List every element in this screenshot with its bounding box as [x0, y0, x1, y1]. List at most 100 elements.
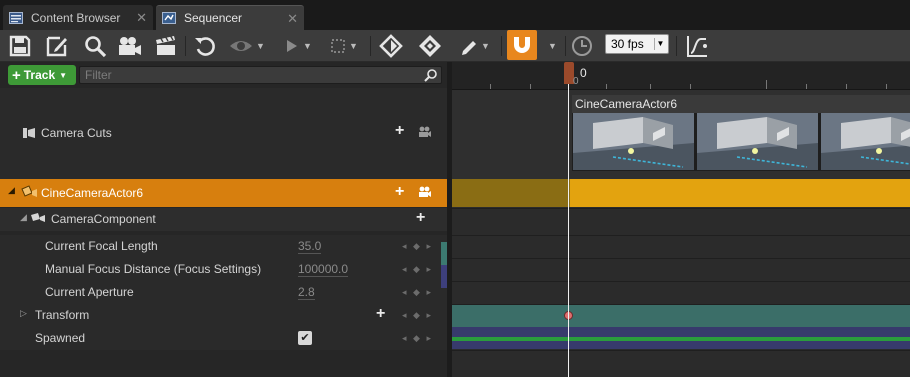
selection-options-button[interactable]: ▼ — [330, 33, 358, 59]
toolbar-separator — [370, 36, 371, 56]
snap-icon — [514, 37, 530, 53]
key-navigation[interactable]: ◂ ◆ ▸ — [402, 333, 433, 344]
find-button[interactable] — [83, 33, 107, 59]
snap-toggle-button[interactable] — [507, 30, 537, 60]
add-component-button[interactable]: + — [395, 183, 404, 201]
ruler-tick — [690, 84, 691, 89]
toolbar-separator — [676, 36, 677, 56]
add-track-button[interactable]: + Track ▼ — [8, 65, 76, 85]
property-track-focal-length[interactable]: Current Focal Length 35.0 ◂ ◆ ▸ — [0, 235, 447, 258]
time-options-button[interactable] — [570, 33, 594, 59]
component-track-cameracomponent[interactable]: ◢ CameraComponent + — [0, 208, 447, 231]
edit-mode-button[interactable]: ▼ — [460, 33, 490, 59]
close-icon[interactable]: ✕ — [287, 11, 298, 27]
playhead-zero-label: 0 — [573, 76, 579, 87]
time-ruler[interactable] — [452, 62, 910, 90]
lane-divider — [452, 350, 910, 351]
ruler-tick — [650, 84, 651, 89]
edit-icon — [462, 41, 476, 55]
transform-track[interactable]: ▷ Transform + ◂ ◆ ▸ — [0, 304, 447, 327]
collapsed-arrow-icon[interactable]: ▷ — [20, 308, 27, 319]
camera-thumbnail — [697, 113, 818, 170]
find-icon — [85, 36, 107, 58]
key-navigation[interactable]: ◂ ◆ ▸ — [402, 310, 433, 321]
render-movie-button[interactable] — [154, 33, 178, 59]
refresh-button[interactable] — [193, 33, 217, 59]
property-label: Manual Focus Distance (Focus Settings) — [45, 262, 262, 276]
plus-icon: + — [12, 66, 21, 84]
spawned-bar — [452, 337, 910, 341]
actor-lane-section[interactable] — [570, 179, 910, 207]
spawned-track[interactable]: Spawned ✔ ◂ ◆ ▸ — [0, 327, 447, 350]
ruler-tick — [886, 84, 887, 89]
property-track-aperture[interactable]: Current Aperture 2.8 ◂ ◆ ▸ — [0, 281, 447, 304]
selection-icon — [331, 39, 345, 53]
ruler-tick — [490, 84, 491, 89]
ruler-tick — [846, 84, 847, 89]
actor-track-cinecameraactor6[interactable]: ◢ CineCameraActor6 + — [0, 179, 447, 207]
actor-lane-before-playhead — [452, 179, 570, 207]
add-key-button[interactable] — [379, 33, 403, 59]
camera-cuts-icon — [22, 126, 36, 143]
ruler-tick — [806, 84, 807, 89]
save-button[interactable] — [8, 33, 32, 59]
camera-cuts-track[interactable]: Camera Cuts + — [0, 88, 447, 179]
save-as-button[interactable] — [45, 33, 69, 59]
property-track-focus-distance[interactable]: Manual Focus Distance (Focus Settings) 1… — [0, 258, 447, 281]
camera-cuts-label: Camera Cuts — [41, 126, 112, 140]
auto-key-icon — [419, 35, 441, 57]
camera-component-icon — [30, 212, 46, 229]
property-value-input[interactable]: 2.8 — [298, 285, 315, 300]
close-icon[interactable]: ✕ — [136, 10, 147, 26]
camera-icon[interactable] — [418, 186, 432, 201]
timeline-area[interactable]: CineCameraActor6 0 0 — [452, 62, 910, 377]
add-camera-cut-button[interactable]: + — [395, 122, 404, 140]
lane-divider — [452, 281, 910, 282]
spawned-checkbox[interactable]: ✔ — [298, 331, 312, 345]
snap-options-button[interactable]: ▼ — [545, 33, 557, 59]
create-camera-button[interactable] — [117, 33, 143, 59]
time-icon — [572, 36, 592, 56]
fps-select[interactable]: 30 fps ▼ — [605, 34, 669, 54]
sequencer-icon — [162, 12, 176, 24]
tab-label: Content Browser — [31, 10, 121, 25]
transform-lane[interactable] — [452, 305, 910, 327]
tab-content-browser[interactable]: Content Browser ✕ — [3, 5, 153, 30]
search-icon — [424, 68, 438, 86]
filter-input[interactable]: Filter — [79, 66, 442, 84]
toolbar-separator — [501, 36, 502, 56]
play-icon — [287, 40, 297, 52]
playhead-frame-label: 0 — [580, 66, 587, 80]
add-transform-key-button[interactable]: + — [376, 305, 385, 323]
filter-placeholder: Filter — [85, 68, 112, 82]
key-navigation[interactable]: ◂ ◆ ▸ — [402, 264, 433, 275]
chevron-down-icon: ▼ — [349, 41, 358, 51]
add-property-button[interactable]: + — [416, 209, 425, 227]
expand-arrow-icon[interactable]: ◢ — [8, 185, 15, 196]
camera-lock-button[interactable]: ▼ — [229, 33, 265, 59]
save-as-icon — [46, 36, 67, 57]
auto-key-button[interactable] — [418, 33, 442, 59]
content-browser-icon — [9, 11, 23, 24]
chevron-down-icon: ▼ — [59, 70, 68, 80]
chevron-down-icon: ▼ — [481, 41, 490, 51]
curve-icon — [687, 36, 707, 57]
render-movie-icon — [156, 34, 175, 55]
toolbar-separator — [185, 36, 186, 56]
chevron-down-icon: ▼ — [256, 41, 265, 51]
curve-editor-button[interactable] — [685, 33, 709, 59]
playback-button[interactable]: ▼ — [284, 33, 312, 59]
track-outliner: + Track ▼ Filter Camera Cuts + ◢ CineCam… — [0, 62, 447, 377]
expand-arrow-icon[interactable]: ◢ — [20, 212, 27, 223]
chevron-down-icon: ▼ — [548, 41, 557, 51]
tab-sequencer[interactable]: Sequencer ✕ — [156, 5, 304, 30]
chevron-down-icon: ▼ — [654, 38, 666, 50]
transform-label: Transform — [35, 308, 90, 322]
key-navigation[interactable]: ◂ ◆ ▸ — [402, 287, 433, 298]
key-navigation[interactable]: ◂ ◆ ▸ — [402, 241, 433, 252]
property-value-input[interactable]: 100000.0 — [298, 262, 349, 277]
playhead-line[interactable] — [568, 82, 569, 377]
camera-icon[interactable] — [418, 126, 432, 141]
property-value-input[interactable]: 35.0 — [298, 239, 322, 254]
tab-label: Sequencer — [184, 11, 243, 25]
